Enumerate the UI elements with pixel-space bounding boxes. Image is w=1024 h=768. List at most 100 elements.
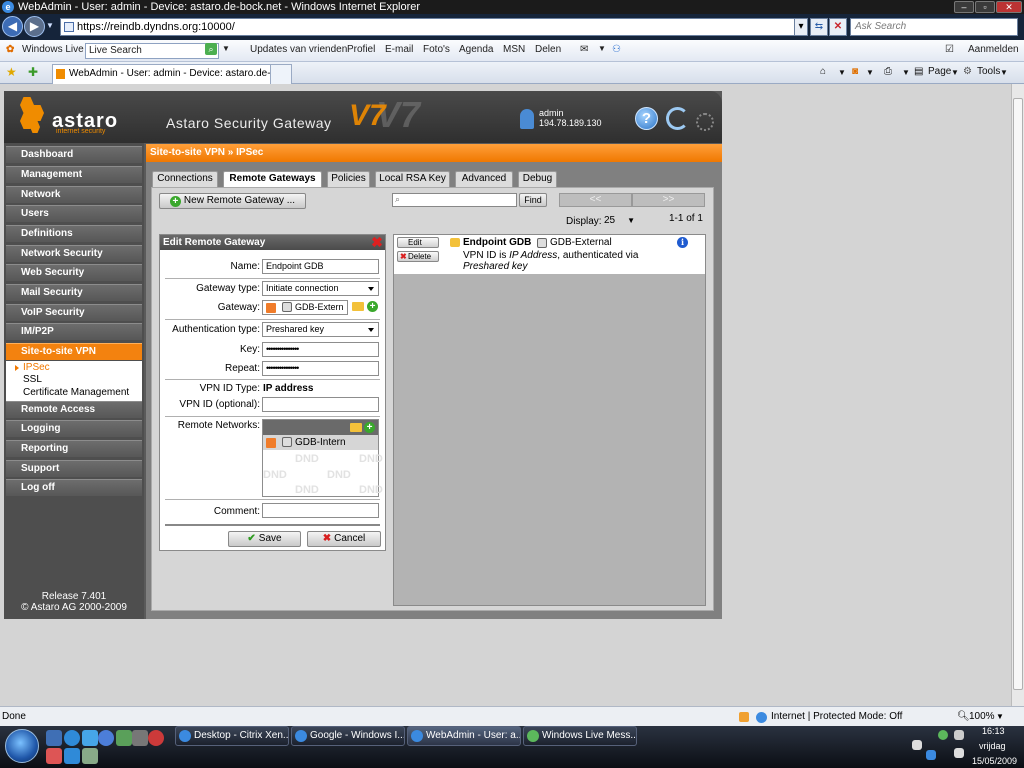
taskbar-button-webadmin[interactable]: WebAdmin - User: a... (407, 726, 521, 746)
feeds-icon[interactable]: ◙ (852, 66, 858, 77)
url-field[interactable]: https://reindb.dyndns.org:10000/ (60, 18, 808, 36)
info-icon[interactable]: i (677, 237, 688, 248)
live-link-delen[interactable]: Delen (535, 44, 561, 55)
name-input[interactable]: Endpoint GDB (262, 259, 379, 274)
tools-menu[interactable]: Tools (977, 66, 1000, 77)
new-tab-button[interactable] (270, 64, 292, 84)
back-button[interactable]: ◀ (2, 16, 23, 37)
find-button[interactable]: Find (519, 193, 547, 207)
display-select[interactable]: 25 ▼ (602, 214, 638, 228)
tab-debug[interactable]: Debug (518, 171, 557, 187)
browser-tab-webadmin[interactable]: WebAdmin - User: admin - Device: astaro.… (52, 64, 292, 84)
live-link-profiel[interactable]: Profiel (347, 44, 375, 55)
minimize-button[interactable]: – (954, 1, 974, 13)
reload-icon[interactable] (666, 107, 689, 130)
close-icon[interactable]: ✖ (371, 235, 383, 249)
new-remote-gateway-button[interactable]: + New Remote Gateway ... (159, 193, 306, 209)
home-dropdown-icon[interactable]: ▼ (838, 68, 846, 77)
print-dropdown-icon[interactable]: ▼ (902, 68, 910, 77)
nav-im-p2p[interactable]: IM/P2P (6, 323, 142, 340)
remote-network-item[interactable]: GDB-Intern (263, 435, 378, 450)
print-icon[interactable]: ⎙ (884, 66, 892, 77)
nav-log-off[interactable]: Log off (6, 479, 142, 496)
remote-network-remove-icon[interactable] (266, 438, 276, 448)
authentication-type-select[interactable]: Preshared key (262, 322, 379, 337)
nav-network-security[interactable]: Network Security (6, 245, 142, 262)
messenger-quicklaunch-icon[interactable] (82, 730, 98, 746)
nav-voip-security[interactable]: VoIP Security (6, 304, 142, 321)
live-search-go-icon[interactable]: ⌕ (205, 43, 217, 55)
live-link-updates[interactable]: Updates van vrienden (250, 44, 347, 55)
remote-networks-folder-icon[interactable] (350, 423, 362, 432)
taskbar-button-citrix[interactable]: Desktop - Citrix Xen... (175, 726, 289, 746)
refresh-icon[interactable]: ⇆ (810, 18, 828, 36)
live-search-dropdown-icon[interactable]: ▼ (222, 44, 230, 53)
taskbar-button-google[interactable]: Google - Windows I... (291, 726, 405, 746)
feeds-dropdown-icon[interactable]: ▼ (866, 68, 874, 77)
nav-remote-access[interactable]: Remote Access (6, 401, 142, 418)
start-button[interactable] (5, 729, 39, 763)
pager-next-button[interactable]: >> (632, 193, 705, 207)
ie-quicklaunch-icon[interactable] (64, 730, 80, 746)
stop-icon[interactable]: ✕ (829, 18, 847, 36)
repeat-input[interactable]: ••••••••••••••• (262, 361, 379, 376)
live-link-fotos[interactable]: Foto's (423, 44, 450, 55)
forward-button[interactable]: ▶ (24, 16, 45, 37)
tray-messenger-icon[interactable] (938, 730, 948, 740)
app4-quicklaunch-icon[interactable] (64, 748, 80, 764)
gateway-type-select[interactable]: Initiate connection (262, 281, 379, 296)
nav-reporting[interactable]: Reporting (6, 440, 142, 457)
url-dropdown-icon[interactable]: ▾ (794, 18, 808, 36)
live-mail-icon[interactable]: ✉ (580, 44, 588, 55)
live-link-agenda[interactable]: Agenda (459, 44, 493, 55)
key-input[interactable]: ••••••••••••••• (262, 342, 379, 357)
save-button[interactable]: ✔ Save (228, 531, 301, 547)
remote-networks-list[interactable]: + GDB-Intern DND DND DND DND DND DND (262, 419, 383, 497)
live-mail-dropdown-icon[interactable]: ▼ (598, 44, 606, 53)
media-quicklaunch-icon[interactable] (98, 730, 114, 746)
vpn-id-input[interactable] (262, 397, 379, 412)
tray-power-icon[interactable] (954, 748, 964, 758)
nav-logging[interactable]: Logging (6, 420, 142, 437)
comment-input[interactable] (262, 503, 379, 518)
browser-search-field[interactable]: Ask Search (850, 18, 1018, 36)
page-menu[interactable]: Page (928, 66, 951, 77)
page-menu-dropdown-icon[interactable]: ▼ (951, 68, 959, 77)
remote-networks-add-icon[interactable]: + (364, 422, 375, 433)
help-icon[interactable]: ? (635, 107, 658, 130)
nav-support[interactable]: Support (6, 460, 142, 477)
maximize-button[interactable]: ▫ (975, 1, 995, 13)
remove-icon[interactable] (266, 303, 276, 313)
nav-network[interactable]: Network (6, 186, 142, 203)
scrollbar-thumb[interactable] (1013, 98, 1023, 690)
tab-policies[interactable]: Policies (327, 171, 370, 187)
security-zone[interactable]: Internet | Protected Mode: Off (771, 707, 902, 727)
tray-volume-icon[interactable] (954, 730, 964, 740)
zoom-level[interactable]: 100% (969, 707, 995, 727)
nav-dashboard[interactable]: Dashboard (6, 146, 142, 163)
delete-button[interactable]: ✖ Delete (397, 251, 439, 262)
home-icon[interactable]: ⌂ (820, 66, 826, 77)
history-dropdown-icon[interactable]: ▼ (46, 21, 54, 30)
clock-time[interactable]: 16:13 (982, 726, 1005, 736)
windows-live-link[interactable]: Windows Live (22, 44, 84, 55)
vertical-scrollbar[interactable] (1011, 84, 1024, 706)
live-link-msn[interactable]: MSN (503, 44, 525, 55)
subnav-certificate-management[interactable]: Certificate Management (23, 387, 129, 398)
tray-network-icon[interactable] (912, 740, 922, 750)
app3-quicklaunch-icon[interactable] (46, 748, 62, 764)
edit-button[interactable]: Edit (397, 237, 439, 248)
nav-web-security[interactable]: Web Security (6, 264, 142, 281)
tray-app-icon[interactable] (926, 750, 936, 760)
live-signin-link[interactable]: Aanmelden (968, 44, 1019, 55)
app5-quicklaunch-icon[interactable] (82, 748, 98, 764)
app-quicklaunch-icon[interactable] (116, 730, 132, 746)
nav-users[interactable]: Users (6, 205, 142, 222)
live-link-email[interactable]: E-mail (385, 44, 413, 55)
close-window-button[interactable]: ✕ (996, 1, 1022, 13)
taskbar-button-messenger[interactable]: Windows Live Mess... (523, 726, 637, 746)
cmd-quicklaunch-icon[interactable] (132, 730, 148, 746)
tab-advanced[interactable]: Advanced (455, 171, 513, 187)
live-search-input[interactable]: Live Search (85, 43, 219, 59)
add-gateway-icon[interactable]: + (367, 301, 378, 312)
